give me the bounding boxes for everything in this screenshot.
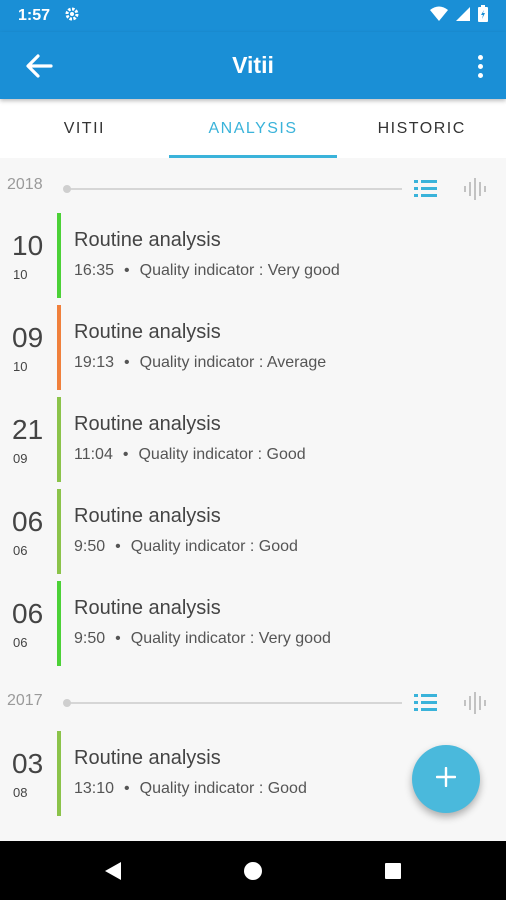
entry-meta: 16:35 • Quality indicator : Very good xyxy=(74,262,340,279)
quality-color-bar xyxy=(57,489,61,574)
status-time: 1:57 xyxy=(18,7,51,24)
timeline-divider xyxy=(66,702,402,704)
entry-day: 03 xyxy=(12,748,44,779)
entry-quality: Quality indicator : Average xyxy=(139,354,327,371)
entry-quality: Quality indicator : Good xyxy=(130,538,298,555)
entry-title: Routine analysis xyxy=(74,597,221,619)
entry-meta: 13:10 • Quality indicator : Good xyxy=(74,780,307,797)
year-header: 2018 xyxy=(0,158,506,212)
year-label: 2017 xyxy=(7,692,43,709)
add-analysis-button[interactable] xyxy=(412,745,480,813)
entry-time: 11:04 xyxy=(74,446,113,463)
list-view-icon[interactable] xyxy=(411,177,441,201)
list-item[interactable]: 06 06 Routine analysis 9:50 • Quality indi… xyxy=(0,580,506,672)
entry-quality: Quality indicator : Very good xyxy=(130,630,331,647)
more-vert-icon[interactable] xyxy=(468,48,492,84)
entry-meta: 19:13 • Quality indicator : Average xyxy=(74,354,327,371)
tab-bar: VITII ANALYSIS HISTORIC xyxy=(0,99,506,158)
waveform-icon[interactable] xyxy=(462,691,490,715)
cell-signal-icon xyxy=(456,6,470,27)
app-bar: Vitii xyxy=(0,32,506,99)
entry-day: 10 xyxy=(12,230,44,261)
year-label: 2018 xyxy=(7,176,43,193)
entry-month: 09 xyxy=(13,451,28,466)
tab-analysis[interactable]: ANALYSIS xyxy=(168,99,338,158)
entry-title: Routine analysis xyxy=(74,505,221,527)
analysis-list[interactable]: 2018 10 10 Routine analysis 16:35 • Qualit… xyxy=(0,158,506,841)
status-bar: 1:57 xyxy=(0,0,506,32)
entry-quality: Quality indicator : Very good xyxy=(139,262,340,279)
entry-time: 13:10 xyxy=(74,780,115,797)
arrow-back-icon[interactable] xyxy=(0,32,78,99)
entry-day: 06 xyxy=(12,506,44,537)
tab-vitii[interactable]: VITII xyxy=(0,99,169,158)
entry-title: Routine analysis xyxy=(74,747,221,769)
entry-meta: 9:50 • Quality indicator : Very good xyxy=(74,630,331,647)
entry-month: 10 xyxy=(13,359,28,374)
entry-title: Routine analysis xyxy=(74,321,221,343)
entry-day: 06 xyxy=(12,598,44,629)
timeline-divider xyxy=(66,188,402,190)
entry-meta: 11:04 • Quality indicator : Good xyxy=(74,446,306,463)
wifi-icon xyxy=(430,6,448,27)
entry-quality: Quality indicator : Good xyxy=(139,780,307,797)
entry-month: 08 xyxy=(13,785,28,800)
quality-color-bar xyxy=(57,397,61,482)
entry-time: 9:50 xyxy=(74,538,106,555)
system-nav-bar xyxy=(0,841,506,900)
back-triangle-icon[interactable] xyxy=(43,841,183,900)
battery-icon xyxy=(478,5,488,27)
timeline-dot xyxy=(63,185,71,193)
year-header: 2017 xyxy=(0,672,506,730)
list-item[interactable]: 10 10 Routine analysis 16:35 • Quality ind… xyxy=(0,212,506,304)
recents-square-icon[interactable] xyxy=(323,841,463,900)
tab-historic[interactable]: HISTORIC xyxy=(337,99,506,158)
list-item[interactable]: 21 09 Routine analysis 11:04 • Quality ind… xyxy=(0,396,506,488)
entry-title: Routine analysis xyxy=(74,413,221,435)
quality-color-bar xyxy=(57,305,61,390)
home-circle-icon[interactable] xyxy=(183,841,323,900)
timeline-dot xyxy=(63,699,71,707)
quality-color-bar xyxy=(57,213,61,298)
entry-time: 16:35 xyxy=(74,262,115,279)
quality-color-bar xyxy=(57,581,61,666)
list-item[interactable]: 06 06 Routine analysis 9:50 • Quality indi… xyxy=(0,488,506,580)
entry-meta: 9:50 • Quality indicator : Good xyxy=(74,538,298,555)
waveform-icon[interactable] xyxy=(462,177,490,201)
entry-month: 06 xyxy=(13,635,28,650)
quality-color-bar xyxy=(57,731,61,816)
entry-title: Routine analysis xyxy=(74,229,221,251)
add-icon xyxy=(435,766,457,792)
entry-time: 19:13 xyxy=(74,354,115,371)
list-item[interactable]: 09 10 Routine analysis 19:13 • Quality ind… xyxy=(0,304,506,396)
entry-month: 10 xyxy=(13,267,28,282)
entry-time: 9:50 xyxy=(74,630,106,647)
entry-day: 21 xyxy=(12,414,44,445)
entry-month: 06 xyxy=(13,543,28,558)
entry-quality: Quality indicator : Good xyxy=(138,446,306,463)
settings-icon xyxy=(64,6,80,27)
entry-day: 09 xyxy=(12,322,44,353)
list-view-icon[interactable] xyxy=(411,691,441,715)
